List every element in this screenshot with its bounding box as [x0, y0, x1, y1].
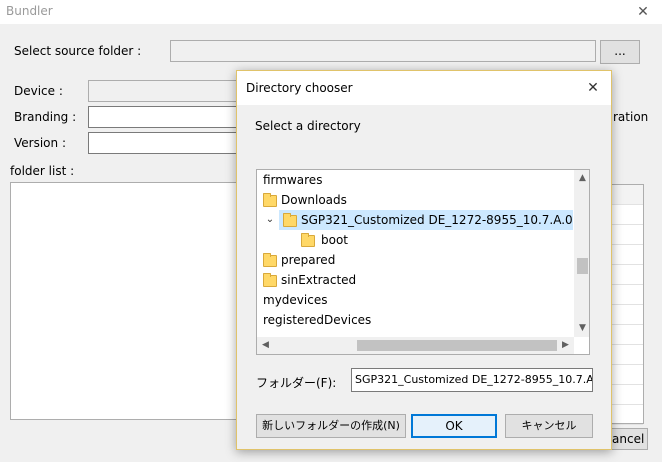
tree-item-firmwares[interactable]: firmwares	[263, 170, 322, 190]
scroll-up-icon[interactable]: ▲	[574, 170, 589, 187]
folder-path-input[interactable]: SGP321_Customized DE_1272-8955_10.7.A.0.…	[351, 368, 593, 392]
tree-horizontal-scrollbar[interactable]: ◀ ▶	[257, 337, 574, 354]
directory-chooser-dialog: Directory chooser ✕ Select a directory f…	[236, 70, 612, 450]
dialog-cancel-button[interactable]: キャンセル	[505, 414, 593, 438]
version-field[interactable]	[88, 132, 238, 154]
folder-list-label: folder list :	[10, 164, 75, 178]
directory-tree[interactable]: firmwares Downloads ⌄ SGP321_Customized …	[256, 169, 590, 355]
ok-button[interactable]: OK	[411, 414, 497, 438]
tree-item-mydevices[interactable]: mydevices	[263, 290, 327, 310]
tree-item-label: prepared	[281, 253, 336, 267]
tree-item-label: sinExtracted	[281, 273, 357, 287]
branding-label: Branding :	[14, 110, 77, 124]
dialog-title: Directory chooser	[246, 81, 353, 95]
tree-item-label: firmwares	[263, 173, 323, 187]
scroll-right-icon[interactable]: ▶	[557, 337, 574, 354]
folder-icon	[263, 273, 277, 287]
tree-item-downloads[interactable]: Downloads	[263, 190, 347, 210]
branding-field[interactable]	[88, 106, 238, 128]
scroll-left-icon[interactable]: ◀	[257, 337, 274, 354]
tree-item-label: boot	[321, 233, 349, 247]
folder-list[interactable]	[10, 182, 238, 420]
folder-icon	[301, 233, 315, 247]
main-titlebar	[0, 0, 662, 24]
partial-option-label: ration	[613, 110, 649, 124]
new-folder-button[interactable]: 新しいフォルダーの作成(N)	[256, 414, 406, 438]
device-label: Device :	[14, 84, 63, 98]
horizontal-scroll-thumb[interactable]	[357, 340, 557, 351]
tree-item-sgp321[interactable]: SGP321_Customized DE_1272-8955_10.7.A.0.…	[279, 210, 589, 230]
tree-item-label: SGP321_Customized DE_1272-8955_10.7.A.0.…	[301, 213, 589, 227]
dialog-prompt: Select a directory	[255, 119, 361, 133]
source-folder-input[interactable]	[170, 40, 596, 62]
device-field[interactable]	[88, 80, 238, 102]
tree-item-label: registeredDevices	[263, 313, 372, 327]
tree-item-label: Downloads	[281, 193, 347, 207]
tree-vertical-scrollbar[interactable]: ▲ ▼	[574, 170, 589, 337]
dialog-close-icon[interactable]: ✕	[581, 77, 605, 99]
tree-item-label: mydevices	[263, 293, 328, 307]
window-title: Bundler	[6, 4, 53, 18]
version-label: Version :	[14, 136, 66, 150]
tree-item-sinextracted[interactable]: sinExtracted	[263, 270, 356, 290]
scroll-down-icon[interactable]: ▼	[574, 320, 589, 337]
folder-field-label: フォルダー(F):	[256, 376, 337, 390]
folder-icon	[283, 213, 297, 227]
window-close-icon[interactable]: ✕	[632, 1, 654, 23]
tree-item-boot[interactable]: boot	[301, 230, 348, 250]
folder-icon	[263, 193, 277, 207]
vertical-scroll-thumb[interactable]	[577, 258, 588, 274]
tree-item-prepared[interactable]: prepared	[263, 250, 335, 270]
tree-item-registereddevices[interactable]: registeredDevices	[263, 310, 371, 330]
folder-icon	[263, 253, 277, 267]
browse-button[interactable]: ...	[600, 40, 640, 64]
source-folder-label: Select source folder :	[14, 44, 142, 58]
chevron-down-icon[interactable]: ⌄	[263, 210, 277, 230]
